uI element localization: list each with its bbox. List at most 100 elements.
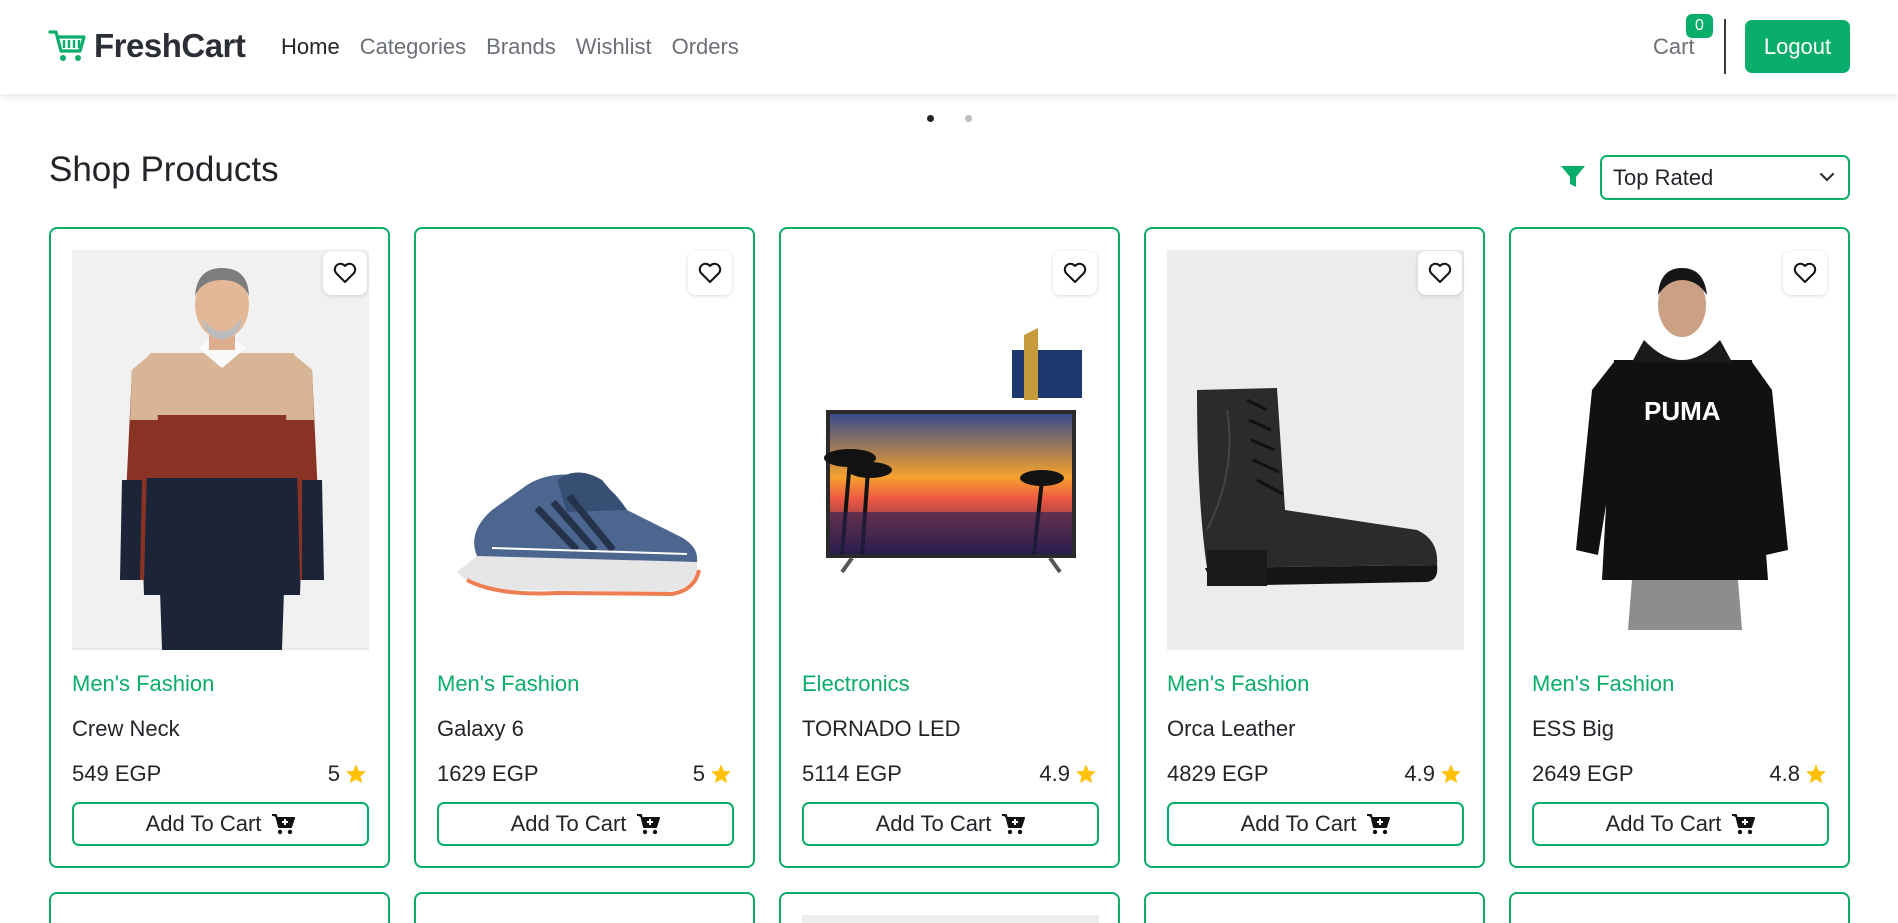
rating-value: 5: [692, 761, 705, 786]
rating-value: 4.9: [1404, 761, 1435, 786]
product-name[interactable]: Orca Leather: [1167, 716, 1295, 742]
boot-image: [1167, 250, 1464, 650]
product-card[interactable]: Men's Fashion Galaxy 6 1629 EGP 5 Add To…: [414, 227, 755, 868]
product-card[interactable]: Men's Fashion Orca Leather 4829 EGP 4.9 …: [1144, 227, 1485, 868]
nav-divider: [1724, 19, 1726, 74]
product-image[interactable]: [1167, 250, 1464, 650]
page-title: Shop Products: [49, 150, 279, 189]
slider-dot[interactable]: [927, 115, 934, 122]
rating-value: 4.8: [1769, 761, 1800, 786]
product-category[interactable]: Men's Fashion: [72, 671, 214, 697]
brand-name: FreshCart: [94, 27, 246, 64]
product-price: 4829 EGP: [1167, 761, 1269, 786]
product-name[interactable]: TORNADO LED: [802, 716, 961, 742]
filter-icon: [1561, 166, 1585, 187]
star-icon: [346, 764, 366, 784]
slider-dots: [927, 115, 972, 122]
wishlist-button[interactable]: [1418, 251, 1462, 295]
product-category[interactable]: Men's Fashion: [1167, 671, 1309, 697]
product-rating: 4.9: [1404, 761, 1462, 787]
nav-wishlist[interactable]: Wishlist: [576, 34, 652, 60]
product-card[interactable]: [1509, 892, 1850, 923]
sort-selected-value: Top Rated: [1613, 165, 1714, 190]
wishlist-button[interactable]: [1783, 251, 1827, 295]
product-image[interactable]: [802, 250, 1099, 650]
product-rating: 5: [328, 761, 367, 787]
cart-plus-icon: [272, 814, 296, 835]
nav-home[interactable]: Home: [281, 34, 340, 60]
shoe-image: [437, 250, 734, 650]
slider-dot[interactable]: [965, 115, 972, 122]
product-name[interactable]: Galaxy 6: [437, 716, 524, 742]
tv-image: [802, 250, 1099, 650]
product-card[interactable]: Electronics TORNADO LED 5114 EGP 4.9 Add…: [779, 227, 1120, 868]
add-to-cart-label: Add To Cart: [145, 811, 262, 836]
add-to-cart-button[interactable]: Add To Cart: [1167, 802, 1464, 846]
add-to-cart-button[interactable]: Add To Cart: [802, 802, 1099, 846]
nav-cart[interactable]: Cart: [1653, 34, 1695, 60]
product-category[interactable]: Men's Fashion: [1532, 671, 1674, 697]
star-icon: [1441, 764, 1461, 784]
product-rating: 4.8: [1769, 761, 1827, 787]
add-to-cart-button[interactable]: Add To Cart: [72, 802, 369, 846]
add-to-cart-label: Add To Cart: [1240, 811, 1357, 836]
brand-logo[interactable]: FreshCart: [48, 26, 246, 66]
add-to-cart-button[interactable]: Add To Cart: [437, 802, 734, 846]
product-category[interactable]: Electronics: [802, 671, 910, 697]
product-price: 5114 EGP: [802, 761, 902, 786]
hoodie-image: PUMA: [1532, 250, 1829, 650]
heart-icon: [1063, 262, 1087, 283]
navbar: FreshCart Home Categories Brands Wishlis…: [0, 0, 1898, 94]
star-icon: [1806, 764, 1826, 784]
product-rating: 4.9: [1039, 761, 1097, 787]
cart-plus-icon: [637, 814, 661, 835]
product-price: 2649 EGP: [1532, 761, 1634, 786]
product-card[interactable]: [414, 892, 755, 923]
logout-button[interactable]: Logout: [1745, 20, 1850, 73]
star-icon: [711, 764, 731, 784]
main-nav: Home Categories Brands Wishlist Orders: [281, 34, 739, 60]
chevron-down-icon: [1819, 172, 1835, 182]
cart-count-badge: 0: [1686, 14, 1713, 38]
product-price: 1629 EGP: [437, 761, 539, 786]
product-card[interactable]: [779, 892, 1120, 923]
sweater-image: [72, 250, 369, 650]
rating-value: 4.9: [1039, 761, 1070, 786]
cart-plus-icon: [1367, 814, 1391, 835]
sort-select[interactable]: Top Rated: [1600, 155, 1850, 200]
product-card[interactable]: PUMA Men's Fashion ESS Big 2649 EGP 4.8 …: [1509, 227, 1850, 868]
product-image[interactable]: [802, 915, 1099, 923]
product-category[interactable]: Men's Fashion: [437, 671, 579, 697]
product-grid: Men's Fashion Crew Neck 549 EGP 5 Add To…: [49, 227, 1850, 923]
rating-value: 5: [327, 761, 340, 786]
product-image[interactable]: [72, 250, 369, 650]
heart-icon: [698, 262, 722, 283]
nav-orders[interactable]: Orders: [672, 34, 739, 60]
product-name[interactable]: Crew Neck: [72, 716, 180, 742]
product-card[interactable]: [1144, 892, 1485, 923]
cart-plus-icon: [1732, 814, 1756, 835]
product-name[interactable]: ESS Big: [1532, 716, 1614, 742]
heart-icon: [1428, 262, 1452, 283]
heart-icon: [333, 262, 357, 283]
add-to-cart-label: Add To Cart: [875, 811, 992, 836]
heart-icon: [1793, 262, 1817, 283]
add-to-cart-label: Add To Cart: [1605, 811, 1722, 836]
add-to-cart-button[interactable]: Add To Cart: [1532, 802, 1829, 846]
add-to-cart-label: Add To Cart: [510, 811, 627, 836]
nav-brands[interactable]: Brands: [486, 34, 556, 60]
wishlist-button[interactable]: [323, 251, 367, 295]
svg-text:PUMA: PUMA: [1644, 396, 1721, 426]
wishlist-button[interactable]: [1053, 251, 1097, 295]
product-price: 549 EGP: [72, 761, 162, 786]
cart-plus-icon: [1002, 814, 1026, 835]
product-image[interactable]: [437, 250, 734, 650]
star-icon: [1076, 764, 1096, 784]
nav-categories[interactable]: Categories: [360, 34, 466, 60]
product-rating: 5: [693, 761, 732, 787]
shopping-cart-icon: [48, 30, 86, 61]
product-card[interactable]: [49, 892, 390, 923]
product-image[interactable]: PUMA: [1532, 250, 1829, 650]
wishlist-button[interactable]: [688, 251, 732, 295]
product-card[interactable]: Men's Fashion Crew Neck 549 EGP 5 Add To…: [49, 227, 390, 868]
